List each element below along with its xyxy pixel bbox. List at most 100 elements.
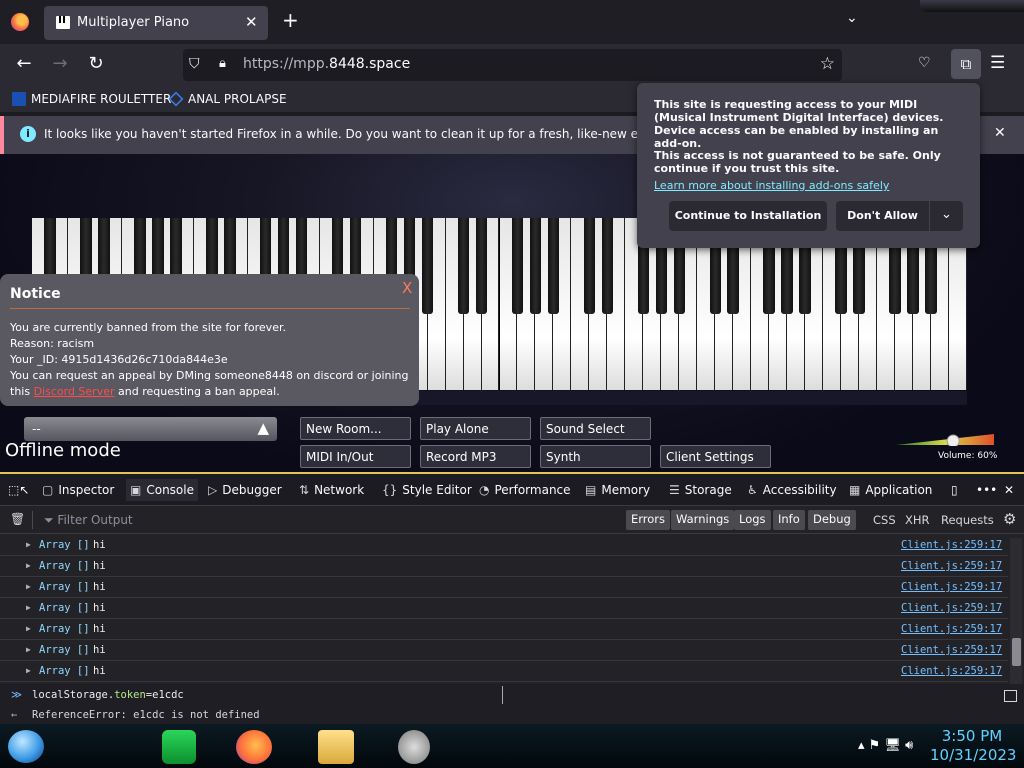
expand-arrow-icon[interactable]: ▶	[26, 666, 31, 675]
record-mp3-button[interactable]: Record MP3	[420, 445, 531, 468]
window-controls[interactable]	[920, 0, 1024, 12]
bookmark-mediafire[interactable]: MEDIAFIRE ROULETTER	[12, 92, 171, 106]
tab-debugger[interactable]: ▷ Debugger	[208, 483, 282, 497]
taskbar-clock[interactable]: 3:50 PM 10/31/2023	[930, 727, 1016, 765]
room-expand-icon[interactable]: ▲	[257, 419, 269, 437]
reload-icon[interactable]: ↻	[84, 53, 108, 74]
piano-black-key[interactable]	[421, 218, 434, 314]
tab-network[interactable]: ⇅ Network	[299, 483, 364, 497]
piano-black-key[interactable]	[529, 218, 542, 314]
piano-black-key[interactable]	[457, 218, 470, 314]
source-link[interactable]: Client.js:259:17	[901, 581, 1002, 593]
notes-app-icon[interactable]	[162, 730, 196, 764]
bookmark-second[interactable]: ANAL PROLAPSE	[168, 91, 287, 107]
filter-requests-button[interactable]: Requests	[941, 513, 994, 527]
close-devtools-icon[interactable]: ✕	[1004, 483, 1014, 497]
room-select[interactable]: -- ▲	[24, 417, 277, 441]
log-row[interactable]: ▶ Array [] hi Client.js:259:17	[0, 556, 1008, 577]
gear-icon[interactable]: ⚙	[1003, 510, 1016, 528]
tab-multiplayer-piano[interactable]: Multiplayer Piano ✕	[44, 6, 268, 40]
forward-icon[interactable]: →	[48, 53, 72, 74]
tab-performance[interactable]: ◔ Performance	[479, 483, 571, 497]
piano-black-key[interactable]	[475, 218, 488, 314]
file-explorer-icon[interactable]	[318, 730, 354, 764]
piano-black-key[interactable]	[547, 218, 560, 314]
dont-allow-button[interactable]: Don't Allow	[836, 201, 929, 231]
log-row[interactable]: ▶ Array [] hi Client.js:259:17	[0, 640, 1008, 661]
back-icon[interactable]: ←	[12, 53, 36, 74]
source-link[interactable]: Client.js:259:17	[901, 560, 1002, 572]
hamburger-menu-icon[interactable]: ☰	[990, 53, 1005, 73]
piano-black-key[interactable]	[511, 218, 524, 314]
expand-arrow-icon[interactable]: ▶	[26, 645, 31, 654]
filter-warnings-button[interactable]: Warnings	[671, 510, 735, 530]
filter-debug-button[interactable]: Debug	[808, 510, 856, 530]
more-options-chevron-icon[interactable]: ⌄	[930, 201, 963, 231]
expand-arrow-icon[interactable]: ▶	[26, 582, 31, 591]
tracking-shield-icon[interactable]: ⛉	[189, 56, 200, 72]
filter-errors-button[interactable]: Errors	[626, 510, 671, 530]
firefox-view-icon[interactable]	[11, 13, 29, 31]
filter-info-button[interactable]: Info	[773, 510, 805, 530]
url-text[interactable]: https://mpp.8448.space	[243, 56, 410, 72]
pocket-icon[interactable]: ♡	[918, 55, 931, 71]
expand-arrow-icon[interactable]: ▶	[26, 624, 31, 633]
synth-button[interactable]: Synth	[540, 445, 651, 468]
console-command[interactable]: localStorage.token=e1cdc	[32, 689, 184, 701]
log-row[interactable]: ▶ Array [] hi Client.js:259:17	[0, 661, 1008, 682]
learn-more-link[interactable]: Learn more about installing add-ons safe…	[654, 179, 889, 192]
piano-black-key[interactable]	[583, 218, 596, 314]
console-input[interactable]: ≫ localStorage.token=e1cdc ← ReferenceEr…	[0, 684, 1024, 726]
speaker-app-icon[interactable]	[398, 730, 430, 764]
tab-memory[interactable]: ▤ Memory	[585, 483, 650, 497]
editor-mode-icon[interactable]	[1004, 690, 1017, 702]
filter-xhr-button[interactable]: XHR	[905, 513, 930, 527]
system-tray[interactable]: ▴ ⚑ 🖥︎ 🔊︎	[858, 738, 913, 753]
notification-close-icon[interactable]: ✕	[994, 125, 1006, 141]
new-tab-icon[interactable]: +	[282, 9, 299, 31]
source-link[interactable]: Client.js:259:17	[901, 602, 1002, 614]
source-link[interactable]: Client.js:259:17	[901, 644, 1002, 656]
bookmark-star-icon[interactable]: ☆	[820, 54, 835, 74]
list-all-tabs-icon[interactable]: ⌄	[846, 10, 858, 26]
volume-slider[interactable]	[896, 432, 994, 446]
play-alone-button[interactable]: Play Alone	[420, 417, 531, 440]
tab-application[interactable]: ▦ Application	[849, 483, 932, 497]
filter-logs-button[interactable]: Logs	[734, 510, 771, 530]
tab-style-editor[interactable]: {} Style Editor	[382, 483, 472, 497]
source-link[interactable]: Client.js:259:17	[901, 539, 1002, 551]
discord-server-link[interactable]: Discord Server	[34, 385, 115, 398]
midi-inout-button[interactable]: MIDI In/Out	[300, 445, 411, 468]
notice-close-button[interactable]: X	[402, 279, 412, 297]
start-orb-icon[interactable]	[8, 730, 44, 763]
volume-knob[interactable]	[946, 434, 960, 446]
expand-arrow-icon[interactable]: ▶	[26, 540, 31, 549]
piano-black-key[interactable]	[601, 218, 614, 314]
tab-storage[interactable]: ☰ Storage	[669, 483, 732, 497]
filter-css-button[interactable]: CSS	[873, 513, 896, 527]
element-picker-icon[interactable]: ⬚↖	[8, 483, 29, 497]
tab-console[interactable]: ▣ Console	[126, 479, 198, 501]
log-row[interactable]: ▶ Array [] hi Client.js:259:17	[0, 598, 1008, 619]
filter-output-input[interactable]: ⏷ Filter Output	[44, 513, 133, 528]
source-link[interactable]: Client.js:259:17	[901, 623, 1002, 635]
extensions-icon[interactable]: ⧉	[951, 49, 981, 79]
tab-inspector[interactable]: ▢ Inspector	[42, 483, 114, 497]
sound-select-button[interactable]: Sound Select	[540, 417, 651, 440]
url-bar[interactable]: ⛉ 🔒︎ https://mpp.8448.space ☆	[183, 49, 842, 81]
source-link[interactable]: Client.js:259:17	[901, 665, 1002, 677]
log-row[interactable]: ▶ Array [] hi Client.js:259:17	[0, 577, 1008, 598]
client-settings-button[interactable]: Client Settings	[660, 445, 771, 468]
tab-close-icon[interactable]: ✕	[245, 13, 258, 31]
lock-icon[interactable]: 🔒︎	[219, 56, 226, 71]
log-row[interactable]: ▶ Array [] hi Client.js:259:17	[0, 619, 1008, 640]
expand-arrow-icon[interactable]: ▶	[26, 561, 31, 570]
firefox-taskbar-icon[interactable]	[236, 730, 272, 764]
console-scrollbar[interactable]	[1010, 538, 1022, 684]
expand-arrow-icon[interactable]: ▶	[26, 603, 31, 612]
tab-accessibility[interactable]: ♿︎ Accessibility	[747, 483, 837, 497]
new-room-button[interactable]: New Room...	[300, 417, 411, 440]
trash-icon[interactable]: 🗑︎	[10, 512, 25, 526]
log-row[interactable]: ▶ Array [] hi Client.js:259:17	[0, 535, 1008, 556]
scrollbar-thumb[interactable]	[1012, 638, 1021, 666]
